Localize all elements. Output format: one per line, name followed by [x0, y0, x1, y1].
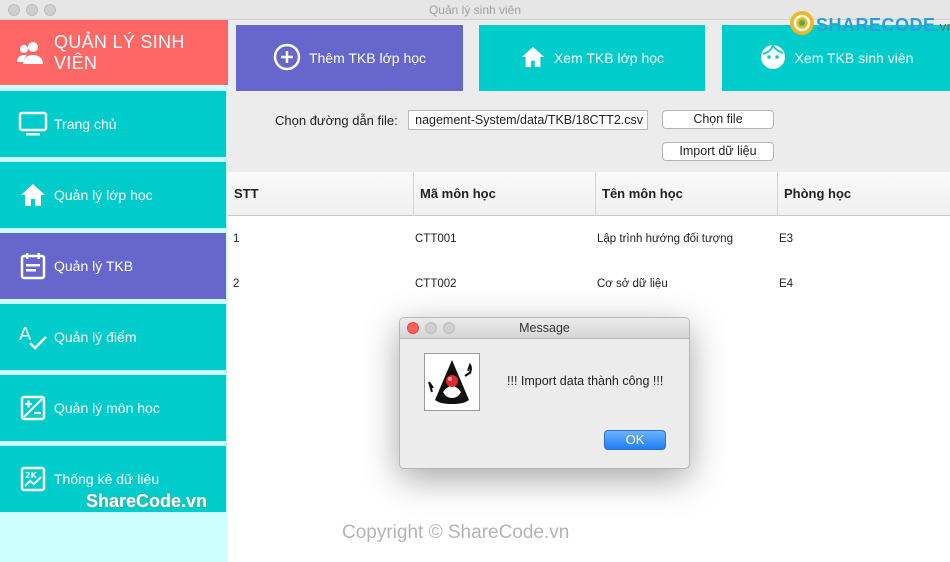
sidebar-item-timetable[interactable]: Quản lý TKB [0, 233, 226, 299]
sidebar-header: QUẢN LÝ SINH VIÊN [0, 20, 228, 85]
add-circle-icon [273, 43, 301, 74]
java-duke-icon [424, 353, 480, 411]
sidebar-item-label: Thống kê dữ liệu [54, 471, 160, 487]
add-class-timetable-button[interactable]: Thêm TKB lớp học [236, 25, 463, 91]
table-row[interactable]: 2 CTT002 Cơ sở dữ liệu E4 [228, 262, 950, 307]
column-header-room[interactable]: Phòng học [778, 172, 950, 216]
column-header-subject-name[interactable]: Tên môn học [596, 172, 778, 216]
sidebar-item-subjects[interactable]: Quản lý môn học [0, 375, 226, 441]
table-cell: CTT001 [415, 233, 457, 245]
sidebar-header-label: QUẢN LÝ SINH VIÊN [54, 31, 185, 73]
table-cell: E3 [779, 233, 794, 245]
table-header: STT Mã môn học Tên môn học Phòng học [228, 172, 950, 216]
watermark-copyright: Copyright © ShareCode.vn [342, 522, 570, 543]
calendar-icon [18, 251, 48, 281]
watermark-side: ShareCode.vn [86, 491, 208, 511]
column-header-subject-code[interactable]: Mã môn học [414, 172, 596, 216]
sidebar-item-grades[interactable]: A Quản lý điểm [0, 304, 226, 370]
home-icon [18, 180, 48, 210]
sidebar-item-classes[interactable]: Quản lý lớp học [0, 162, 226, 228]
table-cell: E4 [779, 278, 794, 290]
monitor-icon [18, 109, 48, 139]
dialog-title: Message [519, 321, 570, 335]
table-cell: Lập trình hướng đối tượng [597, 233, 733, 245]
ok-button[interactable]: OK [604, 430, 666, 450]
import-data-button[interactable]: Import dữ liệu [662, 142, 774, 161]
table-cell: Cơ sở dữ liệu [597, 278, 668, 290]
message-dialog: Message !!! Import data thành công !!! O… [399, 317, 690, 469]
sidebar-item-label: Trang chủ [54, 116, 117, 132]
dialog-titlebar[interactable]: Message [400, 318, 689, 339]
sidebar-item-label: Quản lý TKB [54, 258, 134, 274]
sidebar-item-home[interactable]: Trang chủ [0, 91, 226, 157]
sharecode-logo-icon [788, 9, 816, 42]
chart-icon: 2K [18, 464, 48, 494]
view-class-timetable-button[interactable]: Xem TKB lớp học [479, 25, 705, 91]
sidebar-item-label: Quản lý lớp học [54, 187, 153, 203]
svg-text:2K: 2K [25, 471, 38, 480]
plus-minus-box-icon [18, 393, 48, 423]
table-cell: 2 [233, 278, 240, 290]
main-panel: Thêm TKB lớp học Xem TKB lớp học Xem TKB… [228, 20, 950, 562]
spellcheck-icon: A [18, 322, 48, 352]
users-icon [16, 38, 46, 68]
column-header-stt[interactable]: STT [228, 172, 414, 216]
sidebar: QUẢN LÝ SINH VIÊN Trang chủ Quản lý lớp … [0, 20, 228, 562]
file-path-input[interactable]: nagement-System/data/TKB/18CTT2.csv [408, 110, 648, 130]
sidebar-item-label: Quản lý môn học [54, 400, 160, 416]
sharecode-logo: SHARECODE.vn [788, 10, 950, 40]
table-row[interactable]: 1 CTT001 Lập trình hướng đối tượng E3 [228, 217, 950, 262]
choose-file-button[interactable]: Chọn file [662, 110, 774, 129]
dialog-message: !!! Import data thành công !!! [507, 374, 664, 388]
sidebar-item-label: Quản lý điểm [54, 329, 137, 345]
table-cell: CTT002 [415, 278, 457, 290]
face-icon [759, 43, 787, 74]
home-icon [520, 45, 546, 72]
table-cell: 1 [233, 233, 240, 245]
svg-text:A: A [19, 324, 32, 345]
file-path-label: Chọn đường dẫn file: [275, 113, 398, 128]
